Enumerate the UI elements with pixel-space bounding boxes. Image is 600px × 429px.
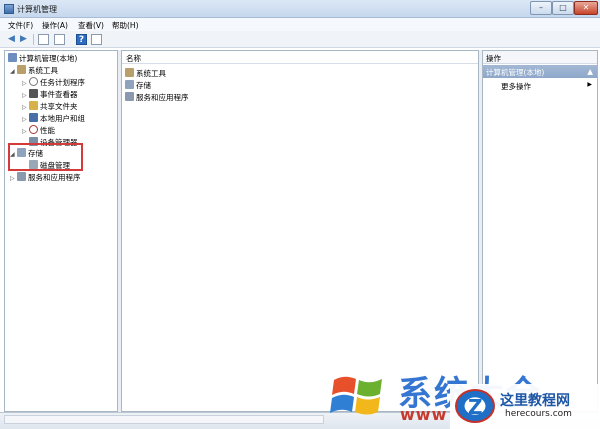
menu-action[interactable]: 操作(A) [42, 20, 68, 31]
computer-icon [8, 53, 17, 62]
tree-local-users-groups[interactable]: ▷ 本地用户和组 [22, 113, 85, 124]
more-actions-link[interactable]: 更多操作 [501, 81, 531, 92]
menu-help[interactable]: 帮助(H) [112, 20, 139, 31]
computer-management-icon [4, 4, 14, 14]
event-viewer-icon [29, 89, 38, 98]
help-icon[interactable]: ? [76, 34, 87, 45]
horizontal-scrollbar[interactable] [4, 415, 324, 424]
tree-performance[interactable]: ▷ 性能 [22, 125, 55, 136]
storage-icon [125, 80, 134, 89]
show-action-pane-icon[interactable] [91, 34, 102, 45]
collapse-arrow-icon[interactable]: ▲ [587, 67, 593, 76]
tree-shared-folders[interactable]: ▷ 共享文件夹 [22, 101, 78, 112]
results-pane: 名称 系统工具 存储 服务和应用程序 [121, 50, 479, 412]
collapsed-triangle-icon[interactable]: ▷ [10, 173, 17, 184]
services-icon [125, 92, 134, 101]
clock-icon [29, 77, 38, 86]
console-tree: 计算机管理(本地) ◢ 系统工具 ▷ 任务计划程序 ▷ 事件查看器 ▷ 共享文件夹 ▷ 本… [4, 50, 118, 412]
toolbar: ◀ ▶ ? [0, 31, 600, 48]
storage-highlight-box [8, 143, 83, 171]
site-logo-icon: Z [455, 389, 495, 423]
site-url: herecours.com [505, 409, 572, 419]
collapsed-triangle-icon[interactable]: ▷ [22, 102, 29, 113]
maximize-button[interactable]: □ [552, 1, 574, 15]
list-item[interactable]: 服务和应用程序 [125, 92, 189, 103]
tools-icon [125, 68, 134, 77]
toolbar-separator [33, 34, 34, 45]
services-icon [17, 172, 26, 181]
tree-event-viewer[interactable]: ▷ 事件查看器 [22, 89, 78, 100]
tree-system-tools[interactable]: ◢ 系统工具 [10, 65, 58, 76]
users-icon [29, 113, 38, 122]
menu-file[interactable]: 文件(F) [8, 20, 33, 31]
tree-services-applications[interactable]: ▷ 服务和应用程序 [10, 172, 81, 183]
title-bar: 计算机管理 – □ ✕ [0, 0, 600, 18]
list-item[interactable]: 系统工具 [125, 68, 166, 79]
windows-flag-logo [330, 376, 382, 415]
collapsed-triangle-icon[interactable]: ▷ [22, 90, 29, 101]
forward-arrow-icon[interactable]: ▶ [18, 34, 29, 45]
actions-header: 操作 [483, 51, 597, 64]
actions-pane: 操作 计算机管理(本地) ▲ 更多操作 ▶ [482, 50, 598, 412]
window-title: 计算机管理 [17, 5, 57, 14]
submenu-arrow-icon: ▶ [587, 81, 592, 88]
menu-bar: 文件(F) 操作(A) 查看(V) 帮助(H) [0, 18, 600, 31]
list-item[interactable]: 存储 [125, 80, 151, 91]
tree-task-scheduler[interactable]: ▷ 任务计划程序 [22, 77, 85, 88]
minimize-button[interactable]: – [530, 1, 552, 15]
show-console-tree-icon[interactable] [38, 34, 49, 45]
export-list-icon[interactable] [54, 34, 65, 45]
tools-icon [17, 65, 26, 74]
site-name: 这里教程网 [500, 393, 570, 409]
watermark-url: www [400, 405, 448, 424]
actions-selected-section[interactable]: 计算机管理(本地) ▲ [483, 65, 597, 78]
collapsed-triangle-icon[interactable]: ▷ [22, 78, 29, 89]
back-arrow-icon[interactable]: ◀ [6, 34, 17, 45]
performance-icon [29, 125, 38, 134]
shared-folder-icon [29, 101, 38, 110]
tree-root[interactable]: 计算机管理(本地) [8, 53, 77, 64]
name-column-header[interactable]: 名称 [122, 51, 478, 64]
collapsed-triangle-icon[interactable]: ▷ [22, 114, 29, 125]
collapsed-triangle-icon[interactable]: ▷ [22, 126, 29, 137]
expanded-triangle-icon[interactable]: ◢ [10, 66, 17, 77]
close-button[interactable]: ✕ [574, 1, 598, 15]
menu-view[interactable]: 查看(V) [78, 20, 104, 31]
